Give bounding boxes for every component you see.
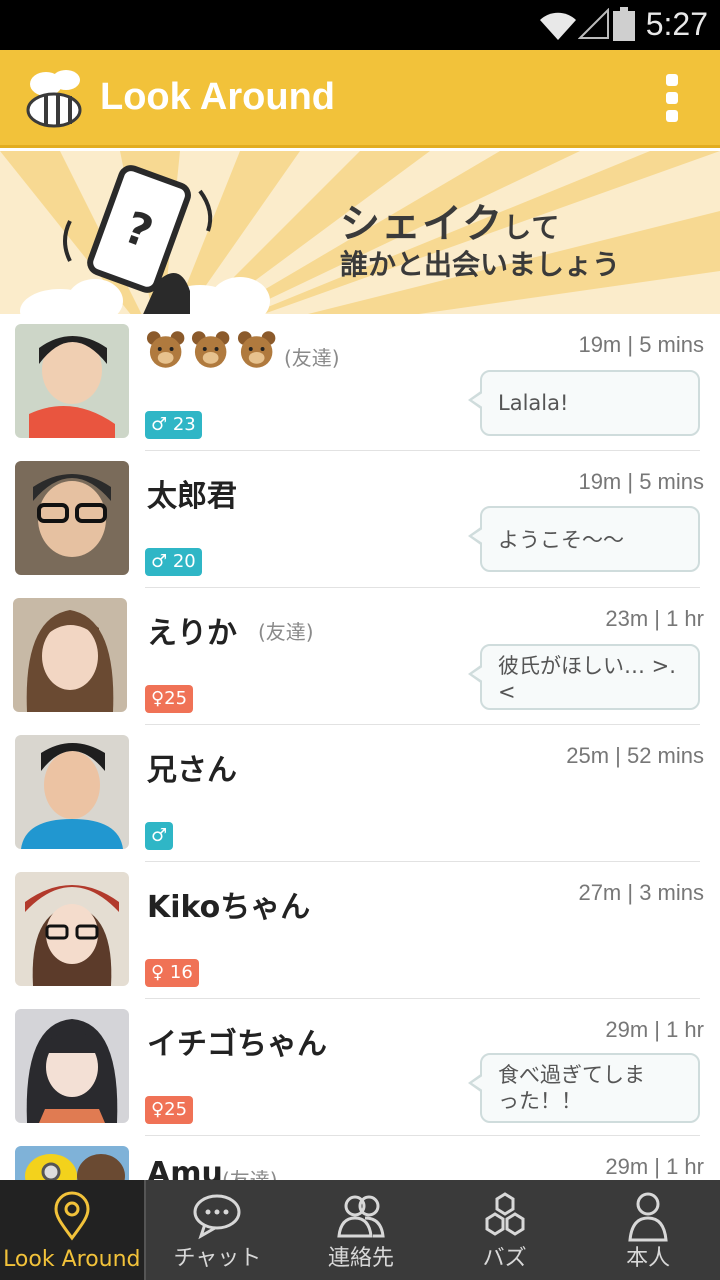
overflow-menu-icon[interactable]	[664, 74, 680, 126]
page-title: Look Around	[100, 76, 335, 118]
tab-label: チャット	[173, 1246, 262, 1271]
distance-time: 23m | 1 hr	[605, 606, 704, 631]
tab-profile[interactable]: 本人	[576, 1180, 720, 1280]
chat-bubble-icon	[193, 1194, 241, 1240]
person-name: Kikoちゃん	[147, 890, 311, 925]
status-line: った！！	[498, 1089, 582, 1113]
bear-emoji-icon	[146, 331, 185, 368]
tab-label: 本人	[626, 1246, 671, 1271]
distance-time: 19m | 5 mins	[578, 469, 704, 494]
list-item[interactable]: (友達) 19m | 5 mins ♂ 23 Lalala!	[0, 314, 720, 451]
list-item[interactable]: Amu (友達) 29m | 1 hr	[0, 1136, 720, 1180]
bear-emoji-icon	[192, 331, 230, 368]
avatar	[13, 598, 127, 712]
avatar	[15, 1009, 129, 1123]
status-bubble: 食べ過ぎてしま った！！	[468, 1053, 700, 1123]
clock: 5:27	[645, 6, 708, 42]
person-name: 兄さん	[147, 753, 237, 788]
distance-time: 29m | 1 hr	[605, 1154, 704, 1179]
list-item[interactable]: イチゴちゃん 29m | 1 hr ♀25 食べ過ぎてしま った！！	[0, 999, 720, 1136]
avatar	[15, 461, 129, 575]
list-item[interactable]: えりか (友達) 23m | 1 hr ♀25 彼氏がほしい… >.<	[0, 588, 720, 725]
profile-icon	[628, 1192, 668, 1242]
person-name: イチゴちゃん	[147, 1027, 327, 1062]
banner-headline: シェイクして	[340, 201, 561, 247]
person-name: えりか	[147, 616, 237, 651]
friend-tag: (友達)	[258, 620, 314, 644]
list-item[interactable]: Kikoちゃん 27m | 3 mins ♀ 16	[0, 862, 720, 999]
contacts-icon	[337, 1195, 385, 1238]
distance-time: 29m | 1 hr	[605, 1017, 704, 1042]
avatar	[15, 324, 129, 438]
gender-age-badge: ♀25	[145, 1096, 194, 1124]
bottom-navigation: Look Around チャット 連絡先 バズ 本人	[0, 1180, 720, 1280]
shake-phone-icon: ?	[63, 165, 213, 314]
status-bubble: ようこそ～～	[468, 506, 700, 572]
tab-contacts[interactable]: 連絡先	[289, 1180, 433, 1280]
status-bubble: 彼氏がほしい… >.<	[468, 644, 700, 710]
person-name: Amu	[147, 1156, 223, 1180]
people-list[interactable]: (友達) 19m | 5 mins ♂ 23 Lalala! 太郎君 19m |…	[0, 314, 720, 1180]
tab-label: バズ	[482, 1246, 527, 1271]
tab-label: Look Around	[3, 1247, 141, 1272]
friend-tag: (友達)	[284, 346, 340, 370]
status-line: 食べ過ぎてしま	[498, 1063, 645, 1087]
list-item[interactable]: 太郎君 19m | 5 mins ♂ 20 ようこそ～～	[0, 451, 720, 588]
tab-chat[interactable]: チャット	[146, 1180, 290, 1280]
tab-buzz[interactable]: バズ	[433, 1180, 577, 1280]
distance-time: 27m | 3 mins	[578, 880, 704, 905]
gender-age-badge: ♂ 23	[145, 411, 202, 439]
avatar	[15, 735, 129, 849]
status-bar: 5:27	[0, 0, 720, 50]
tab-label: 連絡先	[327, 1246, 394, 1271]
list-item[interactable]: 兄さん 25m | 52 mins ♂	[0, 725, 720, 862]
shake-banner[interactable]: ? シェイクして 誰かと出会いましょう	[0, 151, 720, 314]
person-name: 太郎君	[147, 479, 237, 514]
gender-age-badge: ♀ 16	[145, 959, 199, 987]
bear-emoji-group	[145, 328, 277, 374]
honeycomb-icon	[485, 1192, 525, 1236]
bee-chat-logo-icon[interactable]	[24, 68, 90, 130]
friend-tag: (友達)	[222, 1168, 278, 1180]
battery-icon	[613, 7, 635, 41]
cell-signal-icon	[578, 8, 609, 39]
bear-emoji-icon	[237, 331, 276, 368]
avatar	[15, 872, 129, 986]
banner-subtitle: 誰かと出会いましょう	[340, 248, 621, 281]
gender-badge: ♂	[145, 822, 174, 850]
app-bar: Look Around	[0, 50, 720, 148]
distance-time: 19m | 5 mins	[578, 332, 704, 357]
location-pin-icon	[54, 1191, 90, 1241]
gender-age-badge: ♀25	[145, 685, 194, 713]
distance-time: 25m | 52 mins	[566, 743, 704, 768]
tab-look-around[interactable]: Look Around	[0, 1180, 146, 1280]
status-bubble: Lalala!	[468, 370, 700, 436]
wifi-icon	[540, 12, 576, 41]
gender-age-badge: ♂ 20	[145, 548, 202, 576]
avatar	[15, 1146, 129, 1180]
